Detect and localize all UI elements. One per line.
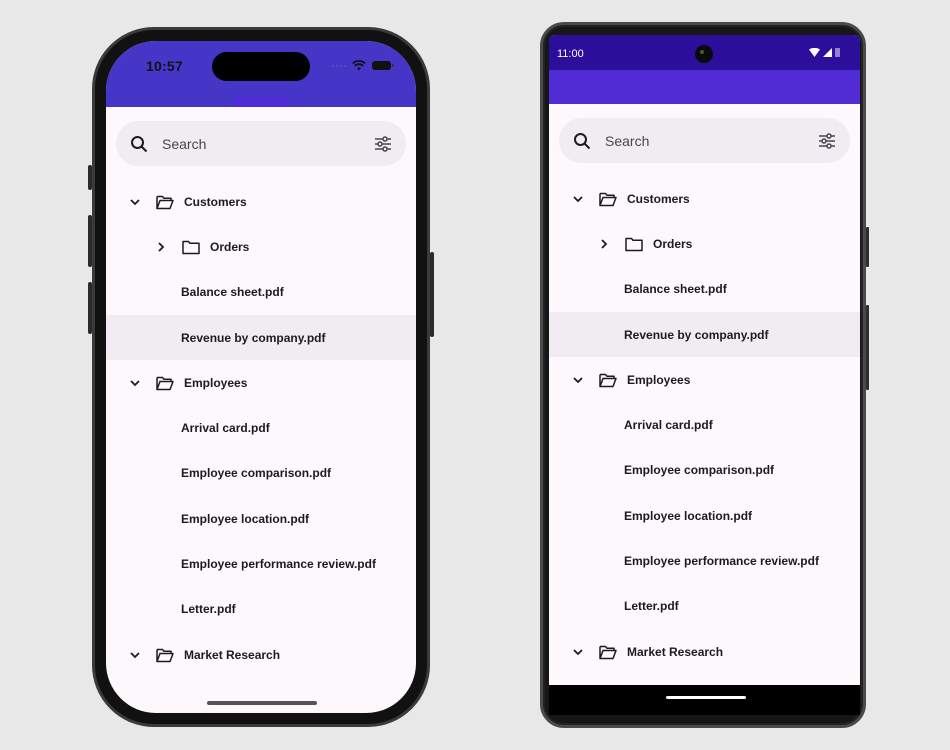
status-time: 10:57 [146,58,183,74]
file-label: Arrival card.pdf [624,418,713,433]
filter-icon[interactable] [818,132,836,150]
folder-label: Orders [210,239,250,254]
wifi-icon [352,60,366,71]
navigation-bar [549,685,860,715]
file-label: Employee performance review.pdf [624,554,819,569]
folder-icon [182,240,200,255]
app-bar-title-area [235,96,289,107]
chevron-down-icon[interactable] [572,193,584,205]
dynamic-island [212,52,310,81]
file-label: Employee location.pdf [181,511,310,526]
status-icons [332,60,394,71]
file-label: Balance sheet.pdf [181,285,284,300]
tree-file-item[interactable]: Letter.pdf [549,584,860,629]
folder-label: Employees [184,375,248,390]
folder-open-icon [599,645,617,659]
chevron-down-icon[interactable] [129,649,141,661]
folder-label: Employees [627,372,691,387]
folder-open-icon [156,376,174,391]
tree-folder-item[interactable]: Employees [106,360,416,405]
folder-label: Market Research [184,647,281,662]
tree-file-item[interactable]: Arrival card.pdf [549,402,860,447]
tree-folder-item[interactable]: Market Research [106,632,416,677]
volume-up-button [88,215,92,267]
file-label: Balance sheet.pdf [624,282,727,297]
search-icon [131,135,148,152]
tree-folder-item[interactable]: Orders [549,221,860,266]
tree-file-item[interactable]: Revenue by company.pdf [106,314,416,361]
folder-open-icon [156,195,174,209]
tree-view: Customers Orders Balance sheet.pdf Revenue … [106,179,416,677]
status-time: 11:00 [557,48,584,60]
file-label: Letter.pdf [181,602,236,617]
search-bar[interactable] [116,121,406,166]
cellular-signal-icon [823,48,832,57]
folder-label: Market Research [627,644,724,659]
tree-folder-item[interactable]: Orders [106,224,416,269]
status-icons [809,48,840,57]
search-bar[interactable] [559,118,850,163]
battery-icon [372,61,394,70]
file-label: Revenue by company.pdf [624,327,769,342]
status-bar: 11:00 [549,35,860,70]
tree-file-item[interactable]: Balance sheet.pdf [549,267,860,312]
cellular-signal-icon [332,64,346,67]
app-bar [549,70,860,104]
file-label: Employee location.pdf [624,508,753,523]
tree-file-item[interactable]: Employee location.pdf [549,493,860,538]
ios-screen: 10:57 Customers Orders Balance sheet.pdf Re… [106,41,416,713]
search-input[interactable] [605,132,818,149]
android-device-frame: 11:00 Customers Orders Balance sheet.pdf Re… [540,22,869,728]
folder-label: Customers [627,191,690,206]
power-button [866,227,869,267]
tree-file-item[interactable]: Employee comparison.pdf [106,451,416,496]
chevron-right-icon[interactable] [155,241,167,253]
mute-switch [88,165,92,190]
power-button [430,252,434,337]
folder-open-icon [599,373,617,388]
front-camera [695,45,713,63]
file-label: Arrival card.pdf [181,421,270,436]
tree-folder-item[interactable]: Customers [106,179,416,224]
iphone-device-frame: 10:57 Customers Orders Balance sheet.pdf Re… [88,27,434,727]
tree-file-item[interactable]: Employee performance review.pdf [106,541,416,586]
chevron-right-icon[interactable] [598,238,610,250]
volume-button [866,305,869,390]
tree-view: Customers Orders Balance sheet.pdf Revenue … [549,176,860,674]
tree-file-item[interactable]: Arrival card.pdf [106,405,416,450]
search-input[interactable] [162,135,374,152]
tree-folder-item[interactable]: Customers [549,176,860,221]
chevron-down-icon[interactable] [572,646,584,658]
chevron-down-icon[interactable] [129,196,141,208]
folder-label: Orders [653,236,693,251]
battery-icon [835,48,840,57]
file-label: Letter.pdf [624,599,679,614]
file-label: Employee performance review.pdf [181,557,376,572]
chevron-down-icon[interactable] [572,374,584,386]
chevron-down-icon[interactable] [129,377,141,389]
wifi-icon [809,48,820,57]
home-indicator[interactable] [207,701,317,705]
folder-icon [625,237,643,252]
tree-file-item[interactable]: Letter.pdf [106,587,416,632]
file-label: Revenue by company.pdf [181,330,326,345]
volume-down-button [88,282,92,334]
android-screen: 11:00 Customers Orders Balance sheet.pdf Re… [549,35,860,695]
folder-label: Customers [184,194,247,209]
file-label: Employee comparison.pdf [624,463,775,478]
tree-file-item[interactable]: Revenue by company.pdf [549,311,860,358]
tree-file-item[interactable]: Employee performance review.pdf [549,538,860,583]
folder-open-icon [599,192,617,206]
tree-folder-item[interactable]: Employees [549,357,860,402]
tree-folder-item[interactable]: Market Research [549,629,860,674]
home-indicator[interactable] [666,696,746,699]
filter-icon[interactable] [374,135,392,153]
folder-open-icon [156,648,174,662]
app-bar: 10:57 [106,41,416,107]
search-icon [574,132,591,149]
tree-file-item[interactable]: Balance sheet.pdf [106,270,416,315]
tree-file-item[interactable]: Employee comparison.pdf [549,448,860,493]
file-label: Employee comparison.pdf [181,466,332,481]
tree-file-item[interactable]: Employee location.pdf [106,496,416,541]
